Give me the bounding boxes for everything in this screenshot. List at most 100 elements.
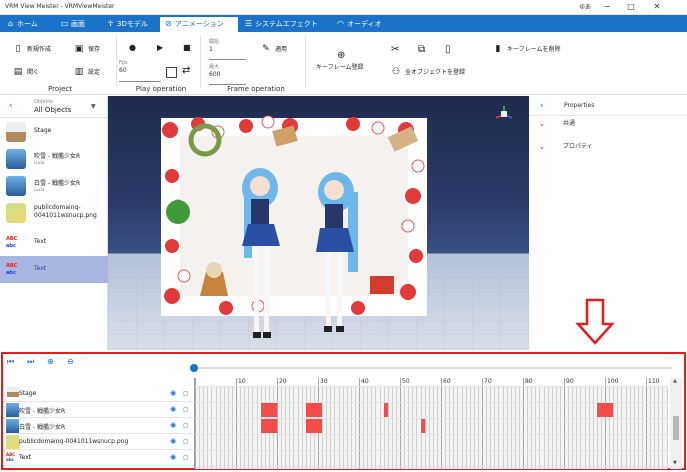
- lock-icon[interactable]: ▢: [183, 406, 189, 413]
- keyframe-marker[interactable]: [260, 403, 277, 417]
- maximize-icon[interactable]: □: [624, 1, 638, 13]
- timeline-row[interactable]: Stage ◉ ▢: [3, 386, 193, 402]
- keyframe-marker[interactable]: [383, 403, 388, 417]
- new-project-button[interactable]: ▯ 新規作成: [12, 44, 52, 55]
- 3d-viewport[interactable]: [108, 96, 529, 350]
- section-property[interactable]: ⌄ プロパティ: [529, 137, 687, 157]
- tab-audio[interactable]: ◠ オーディオ: [332, 15, 394, 32]
- settings-button[interactable]: ▥ 設定: [73, 67, 100, 78]
- repeat-icon[interactable]: ⇄: [182, 65, 190, 76]
- paste-icon[interactable]: ▯: [445, 44, 451, 55]
- keyframe-marker[interactable]: [305, 403, 323, 417]
- frame-gridline: [625, 386, 627, 469]
- keyframe-register-button[interactable]: キーフレーム登録: [316, 63, 363, 73]
- zoom-out-icon[interactable]: ⊖: [67, 357, 74, 366]
- object-item-stage[interactable]: Stage: [0, 118, 108, 145]
- back-chevron-icon[interactable]: ‹: [9, 101, 13, 111]
- chevron-down-icon: ⌄: [539, 143, 545, 151]
- keyframe-marker[interactable]: [596, 403, 614, 417]
- object-item-image[interactable]: publicdomainq-0041011wsnucp.png: [0, 199, 108, 229]
- tab-3d-model[interactable]: ☥ 3Dモデル: [102, 15, 160, 32]
- cut-icon[interactable]: ✂: [391, 44, 399, 55]
- object-item-avatar[interactable]: 吹雪 - 戦艦少女R Lucia: [0, 145, 108, 172]
- scrollbar-thumb[interactable]: [673, 416, 679, 440]
- tab-home[interactable]: ⌂ ホーム: [2, 15, 52, 32]
- eye-icon[interactable]: ◉: [170, 454, 177, 461]
- timeline-grid[interactable]: 10 20 30 40 50 60 70 80 90 100 110: [194, 378, 668, 469]
- object-item-text[interactable]: ABC abc Text: [0, 256, 108, 283]
- eye-icon[interactable]: ◉: [170, 422, 177, 429]
- scroll-up-icon[interactable]: ▲: [673, 378, 677, 384]
- start-frame-field[interactable]: 開始 1: [209, 38, 246, 60]
- section-common[interactable]: ⌄ 共通: [529, 114, 687, 134]
- scroll-down-icon[interactable]: ▼: [673, 460, 677, 466]
- record-icon[interactable]: ●: [129, 43, 136, 52]
- timeline-slider-handle[interactable]: [190, 364, 198, 372]
- timeline-row[interactable]: 吹雪 - 戦艦少女R ◉ ▢: [3, 402, 193, 418]
- frame-gridline: [494, 386, 496, 469]
- stop-icon[interactable]: ■: [183, 43, 191, 52]
- frame-gridline: [326, 386, 328, 469]
- frame-gridline: [609, 386, 611, 469]
- frame-gridline: [514, 386, 516, 469]
- person-icon: ☥: [107, 19, 114, 28]
- timeline-slider-track[interactable]: [194, 367, 672, 369]
- loop-checkbox[interactable]: [166, 67, 177, 78]
- open-button[interactable]: ▤ 開く: [12, 67, 39, 78]
- fps-field[interactable]: Fps 60: [119, 60, 161, 82]
- apply-button[interactable]: ✎ 適用: [260, 44, 287, 55]
- minimize-icon[interactable]: −: [600, 1, 614, 13]
- frame-label: 110: [648, 378, 660, 385]
- frame-gridline: [498, 386, 500, 469]
- properties-header[interactable]: › Properties: [529, 96, 687, 116]
- frame-gridline: [400, 378, 401, 469]
- object-selector[interactable]: ‹ Objects All Objects ▼: [0, 96, 108, 118]
- frame-gridline: [551, 386, 553, 469]
- tab-system-effect[interactable]: ☰ システムエフェクト: [240, 15, 330, 32]
- frame-gridline: [445, 386, 447, 469]
- keyframe-marker[interactable]: [420, 419, 425, 433]
- lock-icon[interactable]: ▢: [183, 454, 189, 461]
- frame-gridline: [502, 386, 504, 469]
- frame-gridline: [215, 386, 217, 469]
- register-all-objects-button[interactable]: ⚇ 全オブジェクトを登録: [390, 67, 465, 78]
- object-item-text[interactable]: ABC abc Text: [0, 229, 108, 256]
- lock-icon[interactable]: ▢: [183, 390, 189, 397]
- zoom-in-icon[interactable]: ⊕: [47, 357, 54, 366]
- expand-chevron-icon[interactable]: ›: [540, 96, 544, 116]
- frame-gridline: [572, 386, 574, 469]
- frame-gridline: [658, 386, 660, 469]
- folder-open-icon: ▤: [13, 67, 23, 77]
- skip-start-icon[interactable]: ⏮: [7, 357, 14, 367]
- save-button[interactable]: ▣ 保存: [73, 44, 100, 55]
- keyframe-add-icon[interactable]: ⊕: [337, 50, 345, 61]
- eye-icon[interactable]: ◉: [170, 390, 177, 397]
- vertical-scrollbar[interactable]: ▲ ▼: [670, 378, 682, 469]
- lock-icon[interactable]: ▢: [183, 438, 189, 445]
- eye-icon[interactable]: ◉: [170, 438, 177, 445]
- timeline-row[interactable]: publicdomainq-0041011wsnucp.png ◉ ▢: [3, 434, 193, 450]
- tab-animation[interactable]: ⊘ アニメーション: [160, 15, 238, 32]
- keyframe-delete-button[interactable]: ▮ キーフレームを削除: [492, 44, 561, 55]
- close-icon[interactable]: ✕: [650, 1, 664, 13]
- tab-screen[interactable]: ▭ 画面: [56, 15, 102, 32]
- dropdown-arrow-icon[interactable]: ▼: [91, 103, 96, 110]
- timeline-row[interactable]: ABC abc Text ◉ ▢: [3, 450, 193, 466]
- object-item-avatar[interactable]: 白雪 - 戦艦少女R Lucia: [0, 172, 108, 199]
- keyframe-marker[interactable]: [260, 419, 277, 433]
- frame-gridline: [395, 386, 397, 469]
- lock-icon[interactable]: ▢: [183, 422, 189, 429]
- headphones-icon: ◠: [337, 19, 344, 28]
- max-frame-field[interactable]: 最大 600: [209, 63, 246, 85]
- eye-icon[interactable]: ◉: [170, 406, 177, 413]
- frame-gridline: [588, 386, 590, 469]
- keyframe-marker[interactable]: [305, 419, 323, 433]
- skip-end-icon[interactable]: ⏭: [27, 357, 34, 367]
- copy-icon[interactable]: ⧉: [418, 44, 425, 55]
- frame-label: 50: [402, 378, 410, 385]
- trash-icon: ▮: [495, 44, 501, 54]
- home-icon: ⌂: [7, 19, 14, 28]
- play-icon[interactable]: ▶: [157, 43, 163, 52]
- timeline-row[interactable]: 白雪 - 戦艦少女R ◉ ▢: [3, 418, 193, 434]
- user-name[interactable]: ゆあ: [579, 2, 591, 11]
